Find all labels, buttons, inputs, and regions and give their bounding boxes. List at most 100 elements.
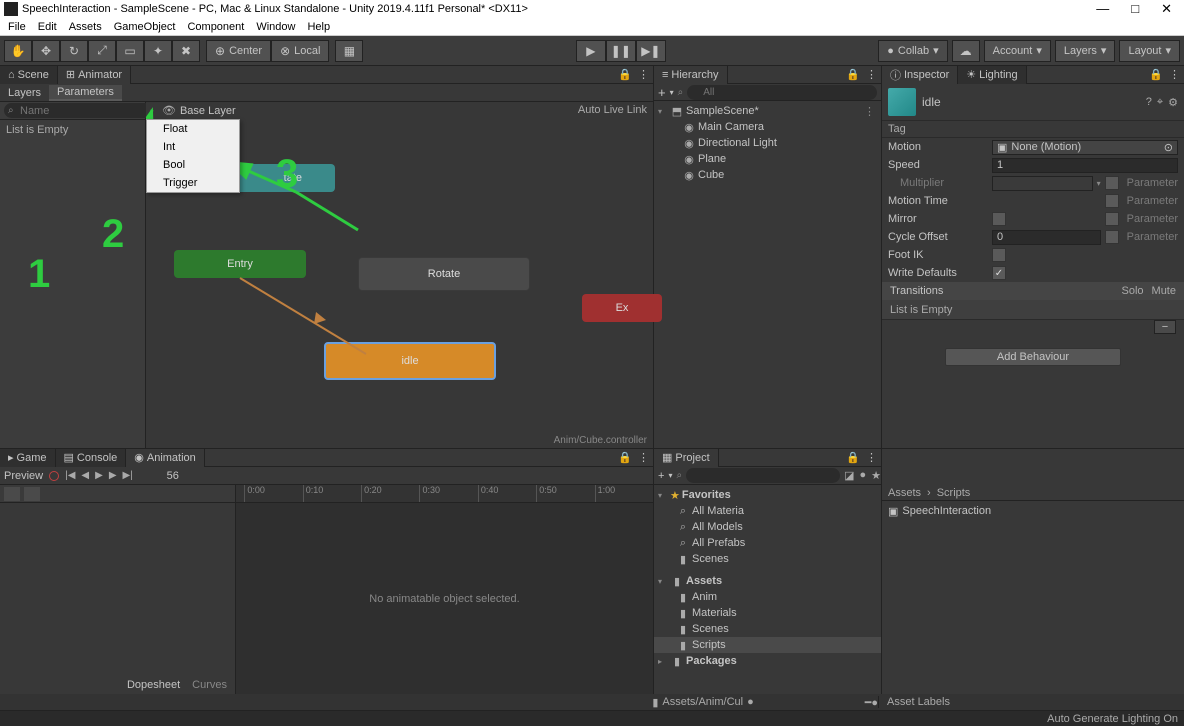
node-rotate[interactable]: Rotate bbox=[358, 257, 530, 291]
menu-item-float[interactable]: Float bbox=[147, 120, 239, 138]
multiplier-param-checkbox[interactable] bbox=[1105, 176, 1119, 190]
folder-row[interactable]: ▮Materials bbox=[654, 605, 881, 621]
cycle-param-checkbox[interactable] bbox=[1105, 230, 1119, 244]
assets-row[interactable]: ▾▮Assets bbox=[654, 573, 881, 589]
hierarchy-item[interactable]: ◉Cube bbox=[654, 167, 881, 183]
favorite-item[interactable]: ▮Scenes bbox=[654, 551, 881, 567]
object-picker-icon[interactable]: ⊙ bbox=[1164, 141, 1173, 154]
favorite-item[interactable]: ⌕All Materia bbox=[654, 503, 881, 519]
cycle-offset-field[interactable]: 0 bbox=[992, 230, 1101, 245]
subtab-layers[interactable]: Layers bbox=[0, 85, 49, 101]
gear-icon[interactable]: ⚙ bbox=[1168, 96, 1178, 109]
hand-tool[interactable]: ✋ bbox=[4, 40, 32, 62]
lock-icon[interactable]: 🔒 bbox=[618, 451, 632, 464]
play-button[interactable]: ▶ bbox=[576, 40, 606, 62]
filter-type-icon[interactable]: ◪ bbox=[844, 469, 854, 482]
context-menu-icon[interactable]: ⋮ bbox=[866, 451, 877, 464]
layers-dropdown[interactable]: Layers ▾ bbox=[1055, 40, 1116, 62]
parameter-name-input[interactable] bbox=[4, 103, 168, 118]
first-frame-button[interactable]: |◀ bbox=[65, 470, 75, 481]
tab-animator[interactable]: ⊞Animator bbox=[58, 66, 131, 84]
remove-transition-button[interactable]: − bbox=[1154, 320, 1176, 334]
folder-row[interactable]: ▮Scripts bbox=[654, 637, 881, 653]
folder-row[interactable]: ▮Scenes bbox=[654, 621, 881, 637]
menu-help[interactable]: Help bbox=[307, 21, 330, 33]
pivot-local-toggle[interactable]: ⊗Local bbox=[271, 40, 329, 62]
tab-scene[interactable]: ⌂Scene bbox=[0, 66, 58, 84]
auto-live-link[interactable]: Auto Live Link bbox=[578, 104, 647, 116]
favorite-item[interactable]: ⌕All Models bbox=[654, 519, 881, 535]
context-menu-icon[interactable]: ⋮ bbox=[638, 68, 649, 81]
lock-icon[interactable]: 🔒 bbox=[1149, 68, 1163, 81]
packages-row[interactable]: ▸▮Packages bbox=[654, 653, 881, 669]
hierarchy-item[interactable]: ◉Directional Light bbox=[654, 135, 881, 151]
lock-icon[interactable]: 🔒 bbox=[846, 451, 860, 464]
write-defaults-checkbox[interactable]: ✓ bbox=[992, 266, 1006, 280]
lock-icon[interactable]: 🔒 bbox=[846, 68, 860, 81]
asset-item[interactable]: ▣SpeechInteraction bbox=[888, 503, 1178, 519]
menu-file[interactable]: File bbox=[8, 21, 26, 33]
pivot-center-toggle[interactable]: ⊕Center bbox=[206, 40, 271, 62]
preview-label[interactable]: Preview bbox=[4, 470, 43, 482]
context-menu-icon[interactable]: ⋮ bbox=[864, 105, 881, 118]
motion-time-param-checkbox[interactable] bbox=[1105, 194, 1119, 208]
state-name[interactable]: idle bbox=[922, 95, 1140, 109]
menu-item-trigger[interactable]: Trigger bbox=[147, 174, 239, 192]
tab-game[interactable]: ▸Game bbox=[0, 449, 56, 467]
transform-tool[interactable]: ✦ bbox=[144, 40, 172, 62]
snap-toggle[interactable]: ▦ bbox=[335, 40, 363, 62]
node-exit[interactable]: Ex bbox=[582, 294, 662, 322]
timeline[interactable]: 0:00 0:10 0:20 0:30 0:40 0:50 1:00 bbox=[236, 485, 653, 503]
rotate-tool[interactable]: ↻ bbox=[60, 40, 88, 62]
add-behaviour-button[interactable]: Add Behaviour bbox=[945, 348, 1121, 366]
mirror-checkbox[interactable] bbox=[992, 212, 1006, 226]
prev-frame-button[interactable]: ◀ bbox=[81, 470, 89, 481]
help-icon[interactable]: ? bbox=[1146, 96, 1152, 109]
foot-ik-checkbox[interactable] bbox=[992, 248, 1006, 262]
collab-dropdown[interactable]: ● Collab ▾ bbox=[878, 40, 947, 62]
cloud-button[interactable]: ☁ bbox=[952, 40, 980, 62]
dopesheet-tab[interactable]: Dopesheet bbox=[127, 679, 180, 691]
account-dropdown[interactable]: Account ▾ bbox=[984, 40, 1051, 62]
create-button[interactable]: + bbox=[658, 85, 666, 100]
subtab-parameters[interactable]: Parameters bbox=[49, 85, 122, 101]
context-menu-icon[interactable]: ⋮ bbox=[866, 68, 877, 81]
menu-assets[interactable]: Assets bbox=[69, 21, 102, 33]
layer-breadcrumb[interactable]: 👁Base Layer bbox=[162, 104, 236, 117]
rect-tool[interactable]: ▭ bbox=[116, 40, 144, 62]
speed-field[interactable]: 1 bbox=[992, 158, 1178, 173]
tab-animation[interactable]: ◉Animation bbox=[126, 449, 205, 467]
favorites-row[interactable]: ▾★Favorites bbox=[654, 487, 881, 503]
close-button[interactable]: ✕ bbox=[1161, 1, 1172, 17]
mirror-param-checkbox[interactable] bbox=[1105, 212, 1119, 226]
breadcrumb-scripts[interactable]: Scripts bbox=[937, 487, 971, 499]
move-tool[interactable]: ✥ bbox=[32, 40, 60, 62]
tab-lighting[interactable]: ☀Lighting bbox=[958, 66, 1026, 84]
menu-item-bool[interactable]: Bool bbox=[147, 156, 239, 174]
breadcrumb-assets[interactable]: Assets bbox=[888, 487, 921, 499]
context-menu-icon[interactable]: ⋮ bbox=[1169, 68, 1180, 81]
hierarchy-item[interactable]: ◉Main Camera bbox=[654, 119, 881, 135]
menu-component[interactable]: Component bbox=[187, 21, 244, 33]
menu-window[interactable]: Window bbox=[256, 21, 295, 33]
record-button[interactable] bbox=[49, 471, 59, 481]
add-key-button[interactable] bbox=[4, 487, 20, 501]
minimize-button[interactable]: — bbox=[1096, 1, 1109, 17]
menu-item-int[interactable]: Int bbox=[147, 138, 239, 156]
tab-project[interactable]: ▦Project bbox=[654, 449, 719, 467]
step-button[interactable]: ▶❚ bbox=[636, 40, 666, 62]
pause-button[interactable]: ❚❚ bbox=[606, 40, 636, 62]
next-frame-button[interactable]: ▶ bbox=[109, 470, 117, 481]
last-frame-button[interactable]: ▶| bbox=[123, 470, 133, 481]
favorite-item[interactable]: ⌕All Prefabs bbox=[654, 535, 881, 551]
curves-tab[interactable]: Curves bbox=[192, 679, 227, 691]
node-idle[interactable]: idle bbox=[324, 342, 496, 380]
node-entry[interactable]: Entry bbox=[174, 250, 306, 278]
add-event-button[interactable] bbox=[24, 487, 40, 501]
maximize-button[interactable]: □ bbox=[1131, 1, 1139, 17]
filter-label-icon[interactable]: ● bbox=[859, 469, 866, 482]
motion-field[interactable]: ▣None (Motion)⊙ bbox=[992, 140, 1178, 155]
hierarchy-item[interactable]: ◉Plane bbox=[654, 151, 881, 167]
project-search[interactable] bbox=[686, 468, 840, 483]
scene-row[interactable]: ▾⬒SampleScene*⋮ bbox=[654, 103, 881, 119]
